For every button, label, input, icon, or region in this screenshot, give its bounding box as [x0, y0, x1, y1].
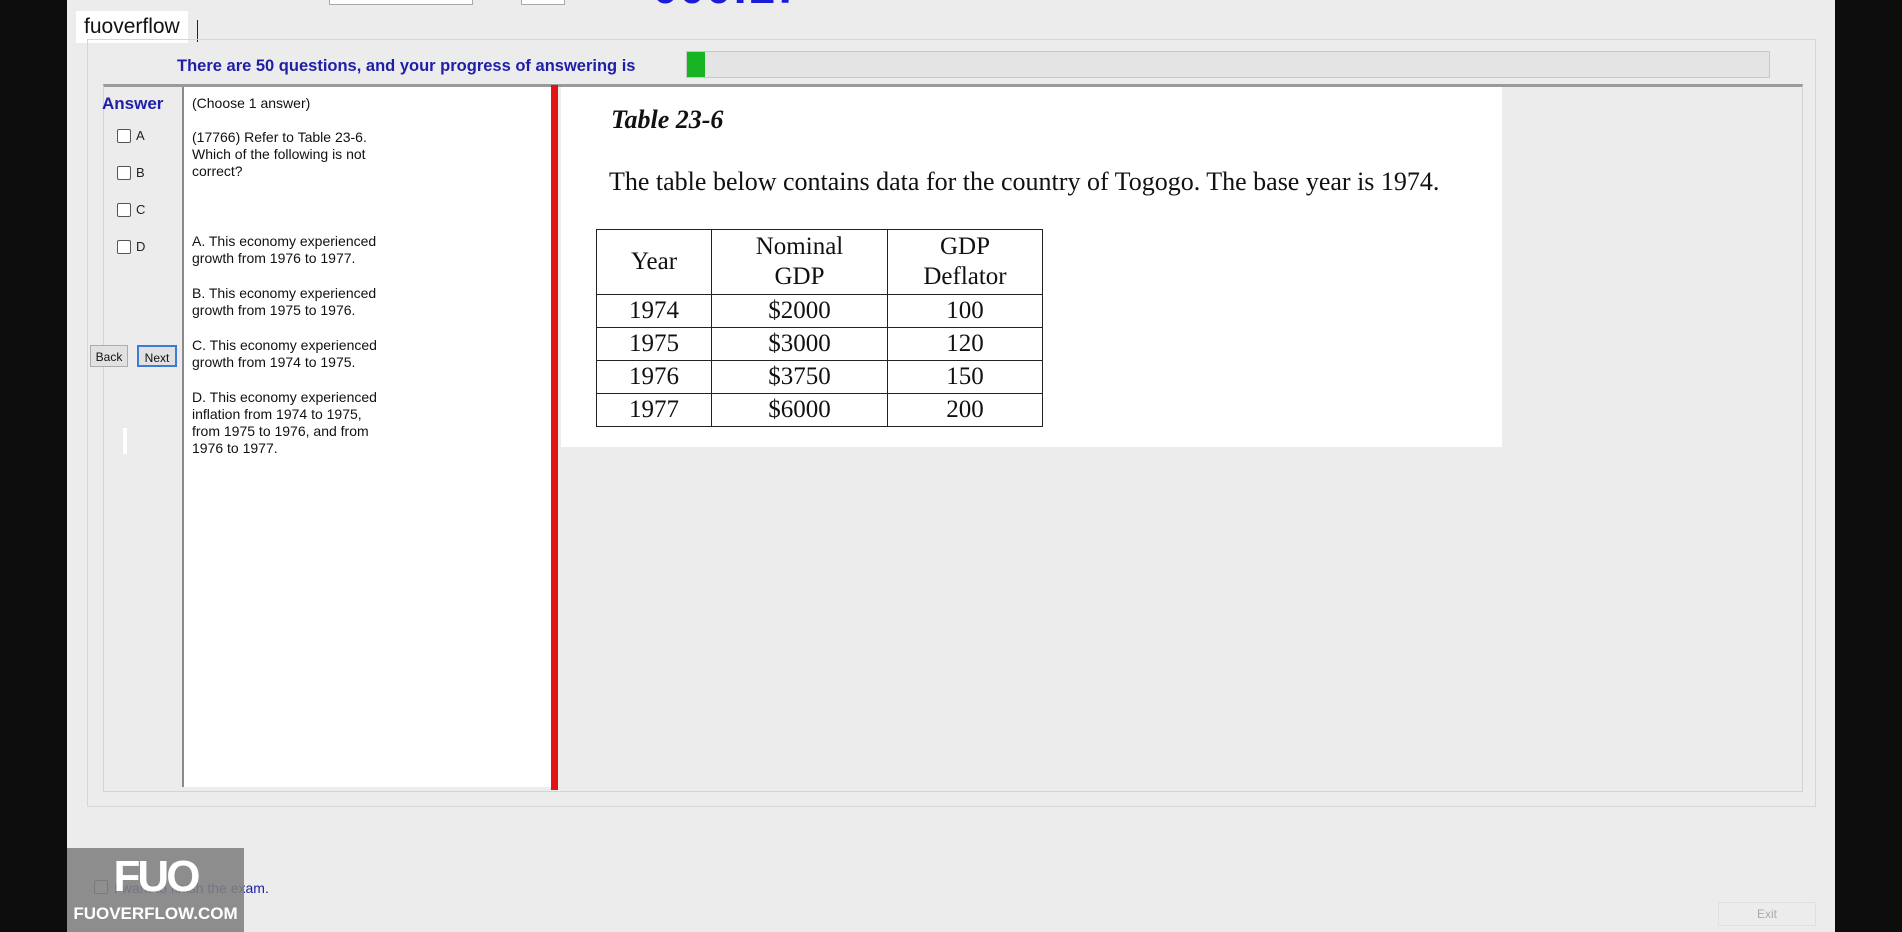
option-label: D: [136, 239, 146, 255]
progress-bar: [686, 51, 1770, 78]
choice-d-text: D. This economy experienced inflation fr…: [192, 389, 377, 456]
cell-deflator: 150: [887, 360, 1043, 394]
answer-option-d[interactable]: D: [117, 238, 145, 254]
checkbox[interactable]: [117, 128, 131, 143]
cell-nominal-gdp: $6000: [711, 393, 888, 427]
header-nominal-gdp: Nominal GDP: [711, 229, 888, 295]
checkbox[interactable]: [117, 239, 131, 254]
answer-option-b[interactable]: B: [117, 164, 145, 180]
header-gdp-deflator-text: GDP Deflator: [923, 233, 1007, 290]
cell-deflator: 120: [887, 327, 1043, 361]
header-gdp-deflator: GDP Deflator: [887, 229, 1043, 295]
gdp-table: Year Nominal GDP GDP Deflator 1974 $2000 1…: [596, 229, 1043, 427]
cell-nominal-gdp: $2000: [711, 294, 888, 328]
choice-a-text: A. This economy experienced growth from …: [192, 233, 377, 266]
logo-mark: FUO: [113, 852, 201, 901]
option-label: B: [136, 165, 145, 181]
table-row: 1974 $2000 100: [596, 294, 1043, 328]
cell-deflator: 200: [887, 393, 1043, 427]
question-stem: (17766) Refer to Table 23-6. Which of th…: [192, 129, 367, 179]
table-description: The table below contains data for the co…: [609, 167, 1440, 196]
option-label: A: [136, 128, 145, 144]
header-nominal-gdp-text: Nominal GDP: [755, 233, 844, 290]
top-small-control[interactable]: [521, 0, 565, 5]
logo-text: FUOVERFLOW.COM: [73, 904, 238, 923]
table-row: 1976 $3750 150: [596, 360, 1043, 394]
back-button[interactable]: Back: [90, 345, 128, 367]
site-logo: FUO FUOVERFLOW.COM: [67, 848, 244, 932]
cell-year: 1977: [596, 393, 712, 427]
cell-year: 1976: [596, 360, 712, 394]
cell-year: 1975: [596, 327, 712, 361]
exit-button[interactable]: Exit: [1718, 902, 1816, 926]
table-title: Table 23-6: [611, 105, 724, 134]
scroll-marker: [123, 428, 127, 454]
header-year: Year: [596, 229, 712, 295]
table-row: 1975 $3000 120: [596, 327, 1043, 361]
table-image-panel: Table 23-6 The table below contains data…: [561, 87, 1502, 447]
answer-heading: Answer: [102, 94, 164, 113]
exam-window: 000:17 fuoverflow There are 50 questions…: [67, 0, 1835, 932]
countdown-timer: 000:17: [652, 0, 801, 15]
cell-nominal-gdp: $3750: [711, 360, 888, 394]
checkbox[interactable]: [117, 202, 131, 217]
progress-bar-fill: [687, 52, 706, 77]
cell-deflator: 100: [887, 294, 1043, 328]
panel-divider[interactable]: [551, 85, 558, 790]
choice-b-text: B. This economy experienced growth from …: [192, 285, 377, 318]
checkbox[interactable]: [117, 165, 131, 180]
answer-option-c[interactable]: C: [117, 201, 145, 217]
next-button[interactable]: Next: [137, 345, 177, 367]
table-row: 1977 $6000 200: [596, 393, 1043, 427]
top-dropdown[interactable]: [329, 0, 473, 5]
choice-c-text: C. This economy experienced growth from …: [192, 337, 377, 370]
question-instruction: (Choose 1 answer): [192, 95, 311, 111]
cell-nominal-gdp: $3000: [711, 327, 888, 361]
option-label: C: [136, 202, 146, 218]
question-panel: (Choose 1 answer) (17766) Refer to Table…: [182, 87, 551, 787]
progress-text: There are 50 questions, and your progres…: [177, 57, 636, 75]
answer-option-a[interactable]: A: [117, 127, 145, 143]
cell-year: 1974: [596, 294, 712, 328]
